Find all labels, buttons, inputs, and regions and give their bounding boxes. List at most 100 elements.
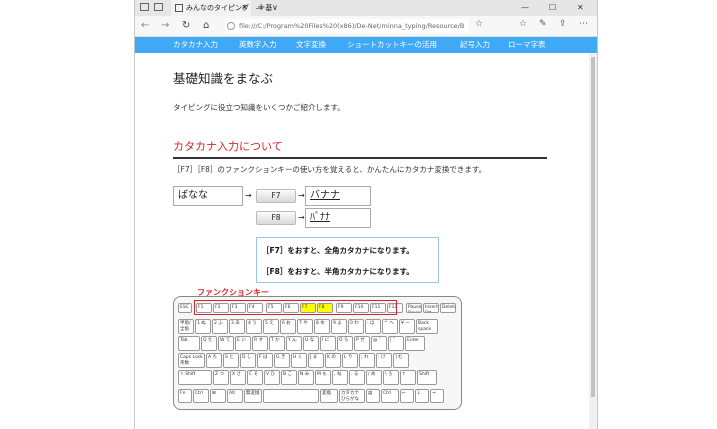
- address-field[interactable]: file:///C:/Program%20Files%20(x86)/De-Ne…: [225, 19, 469, 33]
- keyboard-key: / め: [366, 370, 382, 385]
- menu-item-katakana[interactable]: カタカナ入力: [173, 37, 218, 53]
- home-icon[interactable]: ⌂: [203, 19, 209, 33]
- keyboard-key: P せ: [354, 336, 370, 351]
- keyboard-key: ⇧ Shift: [178, 370, 212, 385]
- keyboard-key: , ね: [332, 370, 348, 385]
- keyboard-key: ] む: [393, 353, 409, 368]
- example-output-box-halfwidth: ﾊﾞﾅﾅ: [305, 208, 371, 228]
- keyboard-key: 7 や: [297, 319, 313, 334]
- page-favicon-icon: [175, 4, 183, 12]
- menu-item-conversion[interactable]: 文字変換: [296, 37, 326, 53]
- page-title: 基礎知識をまなぶ: [173, 71, 274, 86]
- keyboard-key: ▤: [366, 389, 380, 403]
- maximize-button[interactable]: ☐: [549, 0, 556, 16]
- scrollbar-thumb[interactable]: [591, 57, 595, 397]
- keyboard-key: Alt: [227, 389, 243, 403]
- keyboard-key: Q た: [201, 336, 217, 351]
- tab-list-chevron-icon[interactable]: ∨: [272, 0, 278, 16]
- arrow-icon: →: [245, 191, 252, 200]
- keyboard-key: Z つ: [213, 370, 229, 385]
- keyboard-key: Ctrl: [381, 389, 399, 403]
- keyboard-key: 8 ゆ: [314, 319, 330, 334]
- keyboard-key: M も: [315, 370, 331, 385]
- notes-pen-icon[interactable]: ✎: [539, 19, 547, 29]
- keyboard-key: ⊞: [210, 389, 226, 403]
- close-window-button[interactable]: ✕: [577, 0, 584, 16]
- example-output-fullwidth: バナナ: [310, 190, 340, 201]
- keyboard-key: [263, 389, 319, 403]
- keyboard-key: O ら: [337, 336, 353, 351]
- keyboard-key: E い: [235, 336, 251, 351]
- keyboard-key: C そ: [247, 370, 263, 385]
- keyboard-key: J ま: [308, 353, 324, 368]
- keyboard-key: ↑: [400, 370, 416, 385]
- set-aside-tabs-icon[interactable]: [154, 3, 163, 11]
- keyboard-key: 2 ふ: [212, 319, 228, 334]
- keyboard-key: U な: [303, 336, 319, 351]
- keyboard-key: Ctrl: [193, 389, 209, 403]
- keyboard-key: Shift: [417, 370, 437, 385]
- keyboard-key: ^ へ: [382, 319, 398, 334]
- vertical-scrollbar[interactable]: [589, 53, 597, 429]
- keyboard-key: @ ゛: [371, 336, 387, 351]
- keyboard-key: S と: [223, 353, 239, 368]
- keyboard-key: カタカナ ひらがな: [339, 389, 365, 403]
- keyboard-key: X さ: [230, 370, 246, 385]
- menu-item-alphanumeric[interactable]: 英数字入力: [239, 37, 277, 53]
- tab-active[interactable]: みんなのタイピング ― 基 ✕: [171, 0, 272, 16]
- keyboard-key: Tab: [178, 336, 200, 351]
- address-url[interactable]: file:///C:/Program%20Files%20(x86)/De-Ne…: [239, 19, 465, 33]
- page-info-icon[interactable]: [227, 22, 235, 30]
- keyboard-key: Y ん: [286, 336, 302, 351]
- share-icon[interactable]: ⇪: [559, 19, 567, 29]
- tab-close-icon[interactable]: ✕: [241, 0, 248, 16]
- keyboard-key: I に: [320, 336, 336, 351]
- keyboard-illustration: ESC F1 F2 F3 F4 F5 F6 F7 F8 F9 F10 F11 F12 Pause Brea…: [173, 296, 462, 410]
- keyboard-key: L り: [342, 353, 358, 368]
- example-output-halfwidth: ﾊﾞﾅﾅ: [310, 212, 330, 223]
- keyboard-key: 半角/全角: [178, 319, 194, 334]
- keyboard-key: - ほ: [365, 319, 381, 334]
- keyboard-key: \ ろ: [383, 370, 399, 385]
- menu-item-romaji-table[interactable]: ローマ字表: [508, 37, 546, 53]
- page-lead: タイピングに役立つ知識をいくつかご紹介します。: [173, 103, 345, 112]
- keyboard-key: A ち: [206, 353, 222, 368]
- keyboard-key: ↓: [415, 389, 429, 403]
- info-line-f7: ［F7］をおすと、全角カタカナになります。: [262, 246, 414, 255]
- menu-item-shortcuts[interactable]: ショートカットキーの活用: [347, 37, 437, 53]
- arrow-icon: →: [298, 191, 305, 200]
- back-arrow-icon[interactable]: ←: [141, 19, 149, 33]
- favorites-hub-icon[interactable]: ☆: [519, 19, 527, 29]
- menu-item-symbols[interactable]: 記号入力: [460, 37, 490, 53]
- keyboard-key: ESC: [178, 303, 192, 313]
- keyboard-key: D し: [240, 353, 256, 368]
- info-box: ［F7］をおすと、全角カタカナになります。 ［F8］をおすと、半角カタカナになり…: [256, 237, 439, 283]
- keyboard-key: Pause Break: [406, 303, 422, 313]
- section-divider: [173, 157, 547, 159]
- keyboard-key: T か: [269, 336, 285, 351]
- keyboard-key: 6 お: [280, 319, 296, 334]
- keyboard-key: G き: [274, 353, 290, 368]
- function-keys-highlight: [194, 300, 397, 315]
- example-input-box: ばなな: [173, 186, 243, 206]
- forward-arrow-icon[interactable]: →: [161, 19, 169, 33]
- keyboard-key: 変換: [320, 389, 338, 403]
- keyboard-key: : け: [376, 353, 392, 368]
- keyboard-key: 3 あ: [229, 319, 245, 334]
- favorite-star-icon[interactable]: ☆: [475, 19, 483, 29]
- keyboard-key: →: [430, 389, 444, 403]
- keyboard-key: [ ゜: [388, 336, 404, 351]
- new-tab-button[interactable]: +: [257, 0, 265, 16]
- section-title: カタカナ入力について: [173, 140, 283, 153]
- refresh-icon[interactable]: ↻: [182, 19, 190, 33]
- keyboard-key: W て: [218, 336, 234, 351]
- keyboard-key: 9 よ: [331, 319, 347, 334]
- keyboard-key: R す: [252, 336, 268, 351]
- tab-preview-icon[interactable]: [140, 3, 149, 11]
- keyboard-key: B こ: [281, 370, 297, 385]
- more-menu-icon[interactable]: ⋯: [579, 19, 588, 29]
- keyboard-key: ¥ ー: [399, 319, 415, 334]
- tab-bar: みんなのタイピング ― 基 ✕ + ∨ — ☐ ✕: [135, 0, 597, 16]
- minimize-button[interactable]: —: [521, 0, 529, 16]
- keyboard-key: 1 ぬ: [195, 319, 211, 334]
